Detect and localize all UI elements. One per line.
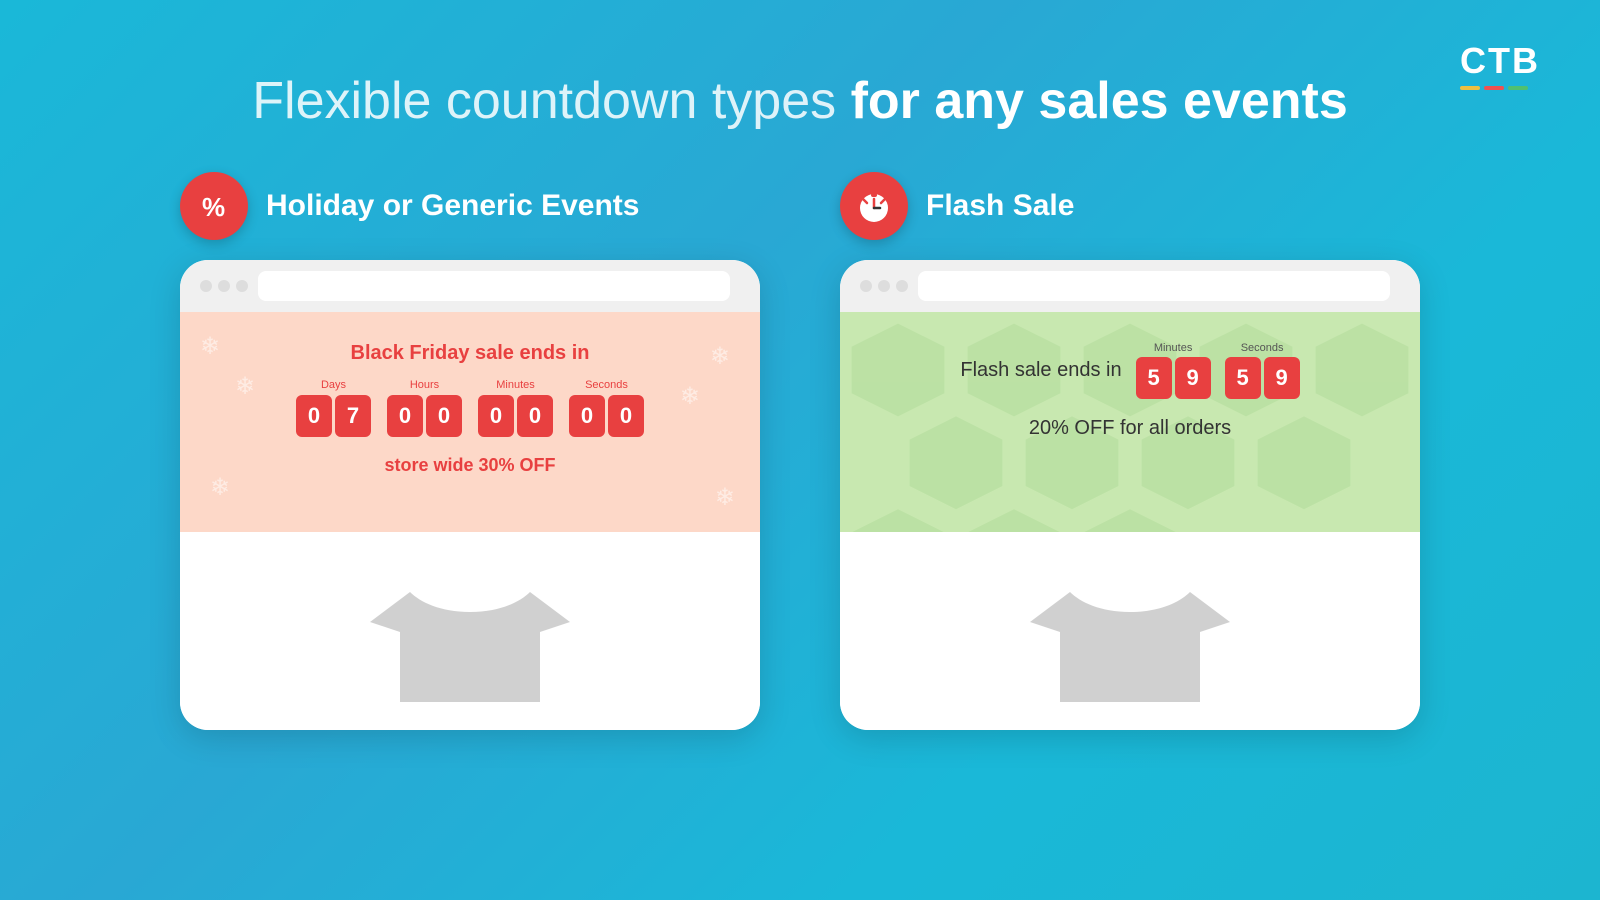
holiday-subtext: store wide 30% OFF bbox=[210, 455, 730, 476]
flash-prefix: Flash sale ends in bbox=[960, 359, 1121, 382]
content-columns: % Holiday or Generic Events ❄ ❄ ❄ ❄ ❄ bbox=[0, 142, 1600, 730]
snowflake-5: ❄ bbox=[210, 473, 230, 502]
holiday-phone-bottom bbox=[180, 532, 760, 730]
snowflake-6: ❄ bbox=[715, 483, 735, 512]
logo-underline-green bbox=[1508, 86, 1528, 90]
percent-icon: % bbox=[180, 172, 248, 240]
flash-sec-digit-0: 5 bbox=[1225, 357, 1261, 399]
flash-minutes-digits: 5 9 bbox=[1136, 357, 1211, 399]
hours-label: Hours bbox=[410, 379, 439, 391]
minutes-digits: 0 0 bbox=[478, 395, 553, 437]
main-heading-section: Flexible countdown types for any sales e… bbox=[0, 0, 1600, 142]
flash-phone-bottom bbox=[840, 532, 1420, 730]
logo-underline-red bbox=[1484, 86, 1504, 90]
flash-timer-row: Flash sale ends in Minutes 5 9 Seconds bbox=[870, 342, 1390, 399]
flash-subtext: 20% OFF for all orders bbox=[870, 417, 1390, 440]
days-digits: 0 7 bbox=[296, 395, 371, 437]
flash-minutes-group: Minutes 5 9 bbox=[1136, 342, 1211, 399]
days-digit-0: 0 bbox=[296, 395, 332, 437]
address-bar-left bbox=[258, 271, 730, 301]
holiday-phone-mockup: ❄ ❄ ❄ ❄ ❄ ❄ Black Friday sale ends in Da… bbox=[180, 260, 760, 730]
seconds-unit: Seconds 0 0 bbox=[569, 379, 644, 437]
flash-seconds-digits: 5 9 bbox=[1225, 357, 1300, 399]
logo-letter-b: B bbox=[1512, 40, 1540, 81]
browser-dot-yellow-r bbox=[878, 280, 890, 292]
minutes-unit: Minutes 0 0 bbox=[478, 379, 553, 437]
holiday-column: % Holiday or Generic Events ❄ ❄ ❄ ❄ ❄ bbox=[180, 172, 760, 730]
days-digit-1: 7 bbox=[335, 395, 371, 437]
clock-svg bbox=[854, 186, 894, 226]
phone-top-bar-left bbox=[180, 260, 760, 312]
flash-seconds-group: Seconds 5 9 bbox=[1225, 342, 1300, 399]
page-title: Flexible countdown types for any sales e… bbox=[0, 70, 1600, 132]
holiday-title: Holiday or Generic Events bbox=[266, 189, 639, 223]
flash-column: Flash Sale bbox=[840, 172, 1420, 730]
heading-part2: for any sales events bbox=[851, 72, 1348, 130]
logo-underline bbox=[1460, 86, 1540, 90]
percent-svg: % bbox=[196, 188, 232, 224]
hours-digits: 0 0 bbox=[387, 395, 462, 437]
minutes-digit-1: 0 bbox=[517, 395, 553, 437]
countdown-timer: Days 0 7 Hours 0 0 bbox=[210, 379, 730, 437]
browser-dot-green bbox=[236, 280, 248, 292]
holiday-banner-title: Black Friday sale ends in bbox=[210, 342, 730, 365]
flash-min-digit-0: 5 bbox=[1136, 357, 1172, 399]
address-bar-right bbox=[918, 271, 1390, 301]
holiday-category-label: % Holiday or Generic Events bbox=[180, 172, 760, 240]
browser-dot-red bbox=[200, 280, 212, 292]
heading-part1: Flexible countdown types bbox=[252, 72, 850, 130]
browser-dot-red-r bbox=[860, 280, 872, 292]
logo-letter-c: C bbox=[1460, 40, 1488, 81]
seconds-digit-1: 0 bbox=[608, 395, 644, 437]
svg-text:%: % bbox=[202, 192, 225, 222]
seconds-digit-0: 0 bbox=[569, 395, 605, 437]
flash-minutes-label: Minutes bbox=[1154, 342, 1193, 354]
logo-underline-yellow bbox=[1460, 86, 1480, 90]
seconds-label: Seconds bbox=[585, 379, 628, 391]
minutes-digit-0: 0 bbox=[478, 395, 514, 437]
browser-dot-green-r bbox=[896, 280, 908, 292]
clock-icon bbox=[840, 172, 908, 240]
holiday-banner: ❄ ❄ ❄ ❄ ❄ ❄ Black Friday sale ends in Da… bbox=[180, 312, 760, 532]
tshirt-left bbox=[370, 572, 570, 712]
hours-digit-0: 0 bbox=[387, 395, 423, 437]
flash-title: Flash Sale bbox=[926, 189, 1074, 223]
hours-digit-1: 0 bbox=[426, 395, 462, 437]
browser-dot-yellow bbox=[218, 280, 230, 292]
flash-min-digit-1: 9 bbox=[1175, 357, 1211, 399]
days-label: Days bbox=[321, 379, 346, 391]
days-unit: Days 0 7 bbox=[296, 379, 371, 437]
seconds-digits: 0 0 bbox=[569, 395, 644, 437]
phone-top-bar-right bbox=[840, 260, 1420, 312]
ctb-logo: CTB bbox=[1460, 40, 1540, 90]
minutes-label: Minutes bbox=[496, 379, 535, 391]
hours-unit: Hours 0 0 bbox=[387, 379, 462, 437]
flash-sec-digit-1: 9 bbox=[1264, 357, 1300, 399]
flash-seconds-label: Seconds bbox=[1241, 342, 1284, 354]
flash-phone-mockup: Flash sale ends in Minutes 5 9 Seconds bbox=[840, 260, 1420, 730]
tshirt-right bbox=[1030, 572, 1230, 712]
flash-banner: Flash sale ends in Minutes 5 9 Seconds bbox=[840, 312, 1420, 532]
flash-category-label: Flash Sale bbox=[840, 172, 1420, 240]
logo-letter-t: T bbox=[1488, 40, 1512, 81]
